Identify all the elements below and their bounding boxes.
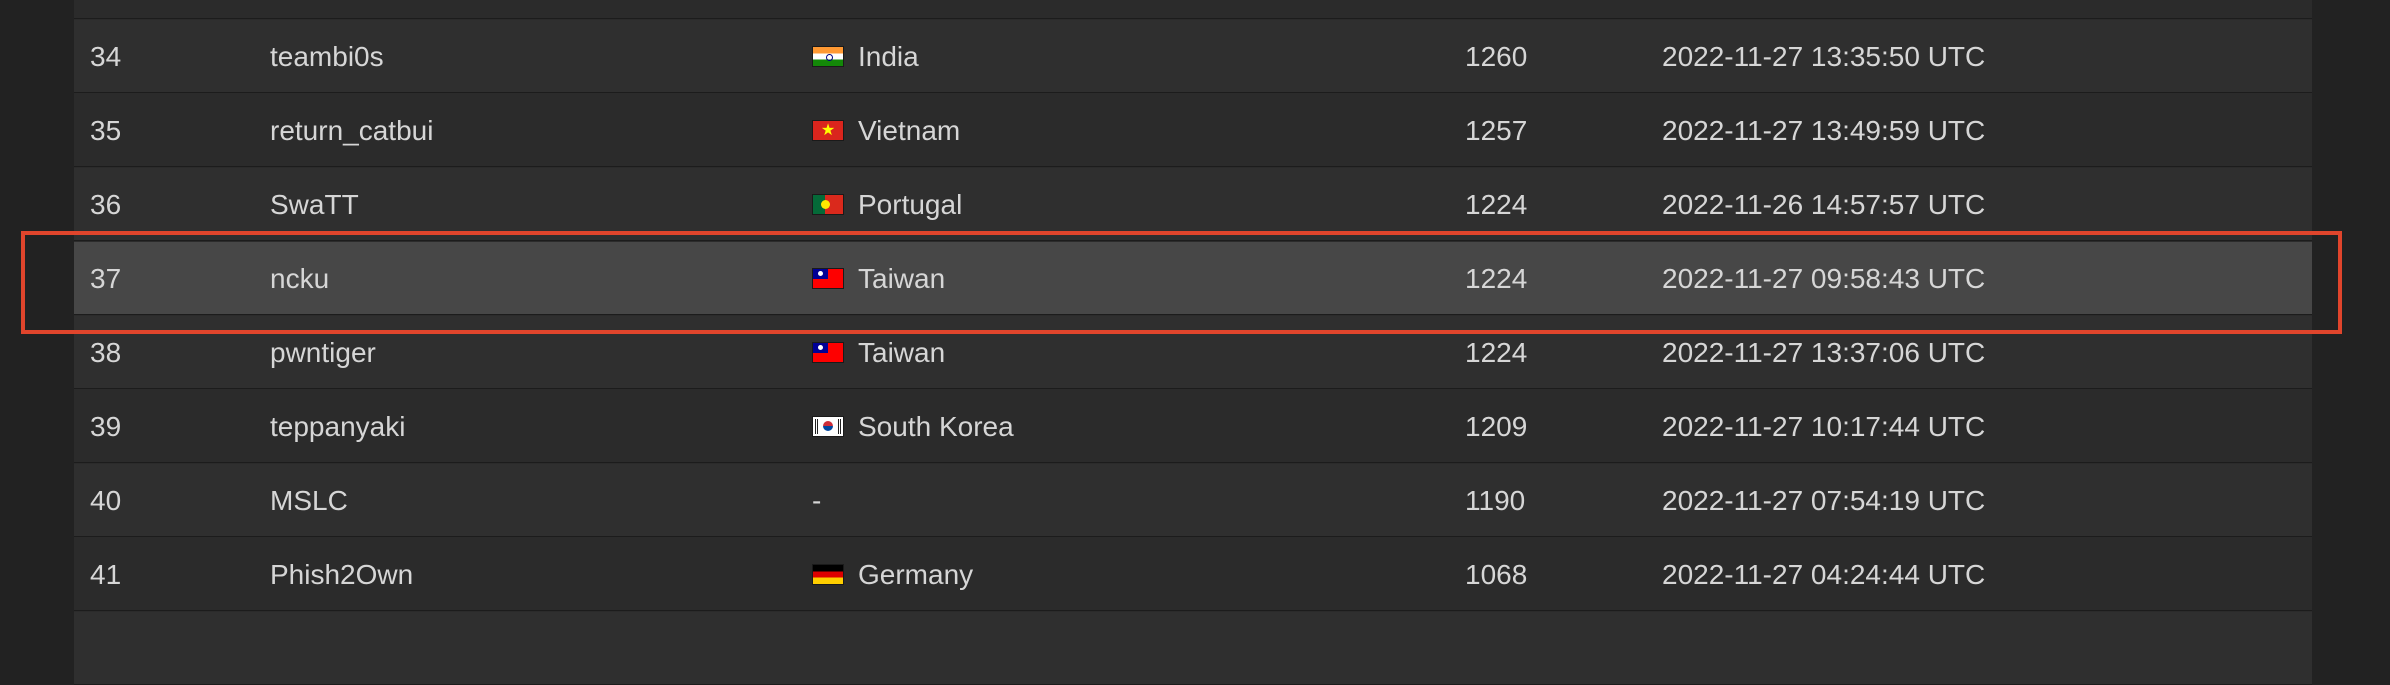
team-name-link[interactable]: pwntiger (270, 316, 376, 389)
timestamp-cell: 2022-11-27 07:54:19 UTC (1662, 485, 1986, 516)
team-name-link[interactable]: SwaTT (270, 168, 359, 241)
score-cell: 1068 (1465, 559, 1528, 590)
score-cell: 1224 (1465, 337, 1528, 368)
team-name-link[interactable]: Phish2Own (270, 538, 413, 611)
country-cell: Vietnam (812, 94, 960, 167)
country-name: Germany (858, 559, 974, 590)
table-row[interactable]: 41 Phish2Own Germany 1068 2022-11-27 04:… (74, 538, 2312, 611)
table-row[interactable]: 40 MSLC - 1190 2022-11-27 07:54:19 UTC (74, 464, 2312, 537)
table-row[interactable]: 36 SwaTT Portugal 1224 2022-11-26 14:57:… (74, 168, 2312, 241)
rank-cell: 40 (90, 485, 122, 516)
country-cell: South Korea (812, 390, 1014, 463)
rank-cell: 35 (90, 115, 122, 146)
rank-cell: 36 (90, 189, 122, 220)
country-name: Portugal (858, 189, 963, 220)
rank-cell: 41 (90, 559, 122, 590)
score-cell: 1190 (1465, 485, 1526, 516)
timestamp-cell: 2022-11-27 10:17:44 UTC (1662, 411, 1986, 442)
team-name-link[interactable]: MSLC (270, 464, 348, 537)
table-row[interactable]: 38 pwntiger Taiwan 1224 2022-11-27 13:37… (74, 316, 2312, 389)
country-cell: - (812, 464, 821, 537)
score-cell: 1257 (1465, 115, 1528, 146)
table-row-highlighted[interactable]: 37 ncku Taiwan 1224 2022-11-27 09:58:43 … (74, 242, 2312, 315)
country-cell: Portugal (812, 168, 962, 241)
germany-flag-icon (812, 564, 844, 586)
score-cell: 1209 (1465, 411, 1528, 442)
country-cell: Taiwan (812, 242, 945, 315)
rank-cell: 38 (90, 337, 122, 368)
timestamp-cell: 2022-11-27 09:58:43 UTC (1662, 263, 1986, 294)
country-name: India (858, 41, 919, 72)
score-cell: 1260 (1465, 41, 1528, 72)
portugal-flag-icon (812, 194, 844, 216)
india-flag-icon (812, 46, 844, 68)
taiwan-flag-icon (812, 268, 844, 290)
team-name-link[interactable]: teambi0s (270, 20, 384, 93)
table-row[interactable]: 35 return_catbui Vietnam 1257 2022-11-27… (74, 94, 2312, 167)
team-name-link[interactable]: return_catbui (270, 94, 433, 167)
rank-cell: 37 (90, 263, 122, 294)
rank-cell: 39 (90, 411, 122, 442)
rank-cell: 34 (90, 41, 122, 72)
table-row[interactable]: 39 teppanyaki South Korea 1209 2022-11-2… (74, 390, 2312, 463)
country-name: Taiwan (858, 337, 946, 368)
table-row[interactable]: 34 teambi0s India 1260 2022-11-27 13:35:… (74, 20, 2312, 93)
table-row[interactable] (74, 0, 2312, 19)
country-cell: Germany (812, 538, 973, 611)
table-row[interactable] (74, 612, 2312, 685)
team-name-link[interactable]: ncku (270, 242, 329, 315)
score-cell: 1224 (1465, 263, 1528, 294)
country-cell: India (812, 20, 919, 93)
taiwan-flag-icon (812, 342, 844, 364)
scoreboard-table: 34 teambi0s India 1260 2022-11-27 13:35:… (74, 0, 2312, 685)
score-cell: 1224 (1465, 189, 1528, 220)
country-name: South Korea (858, 411, 1014, 442)
team-name-link[interactable]: teppanyaki (270, 390, 405, 463)
timestamp-cell: 2022-11-27 04:24:44 UTC (1662, 559, 1986, 590)
vietnam-flag-icon (812, 120, 844, 142)
country-name: Vietnam (858, 115, 961, 146)
timestamp-cell: 2022-11-27 13:49:59 UTC (1662, 115, 1986, 146)
country-name: - (812, 485, 822, 516)
south-korea-flag-icon (812, 416, 844, 438)
country-cell: Taiwan (812, 316, 945, 389)
timestamp-cell: 2022-11-27 13:35:50 UTC (1662, 41, 1986, 72)
timestamp-cell: 2022-11-26 14:57:57 UTC (1662, 189, 1986, 220)
timestamp-cell: 2022-11-27 13:37:06 UTC (1662, 337, 1986, 368)
country-name: Taiwan (858, 263, 946, 294)
